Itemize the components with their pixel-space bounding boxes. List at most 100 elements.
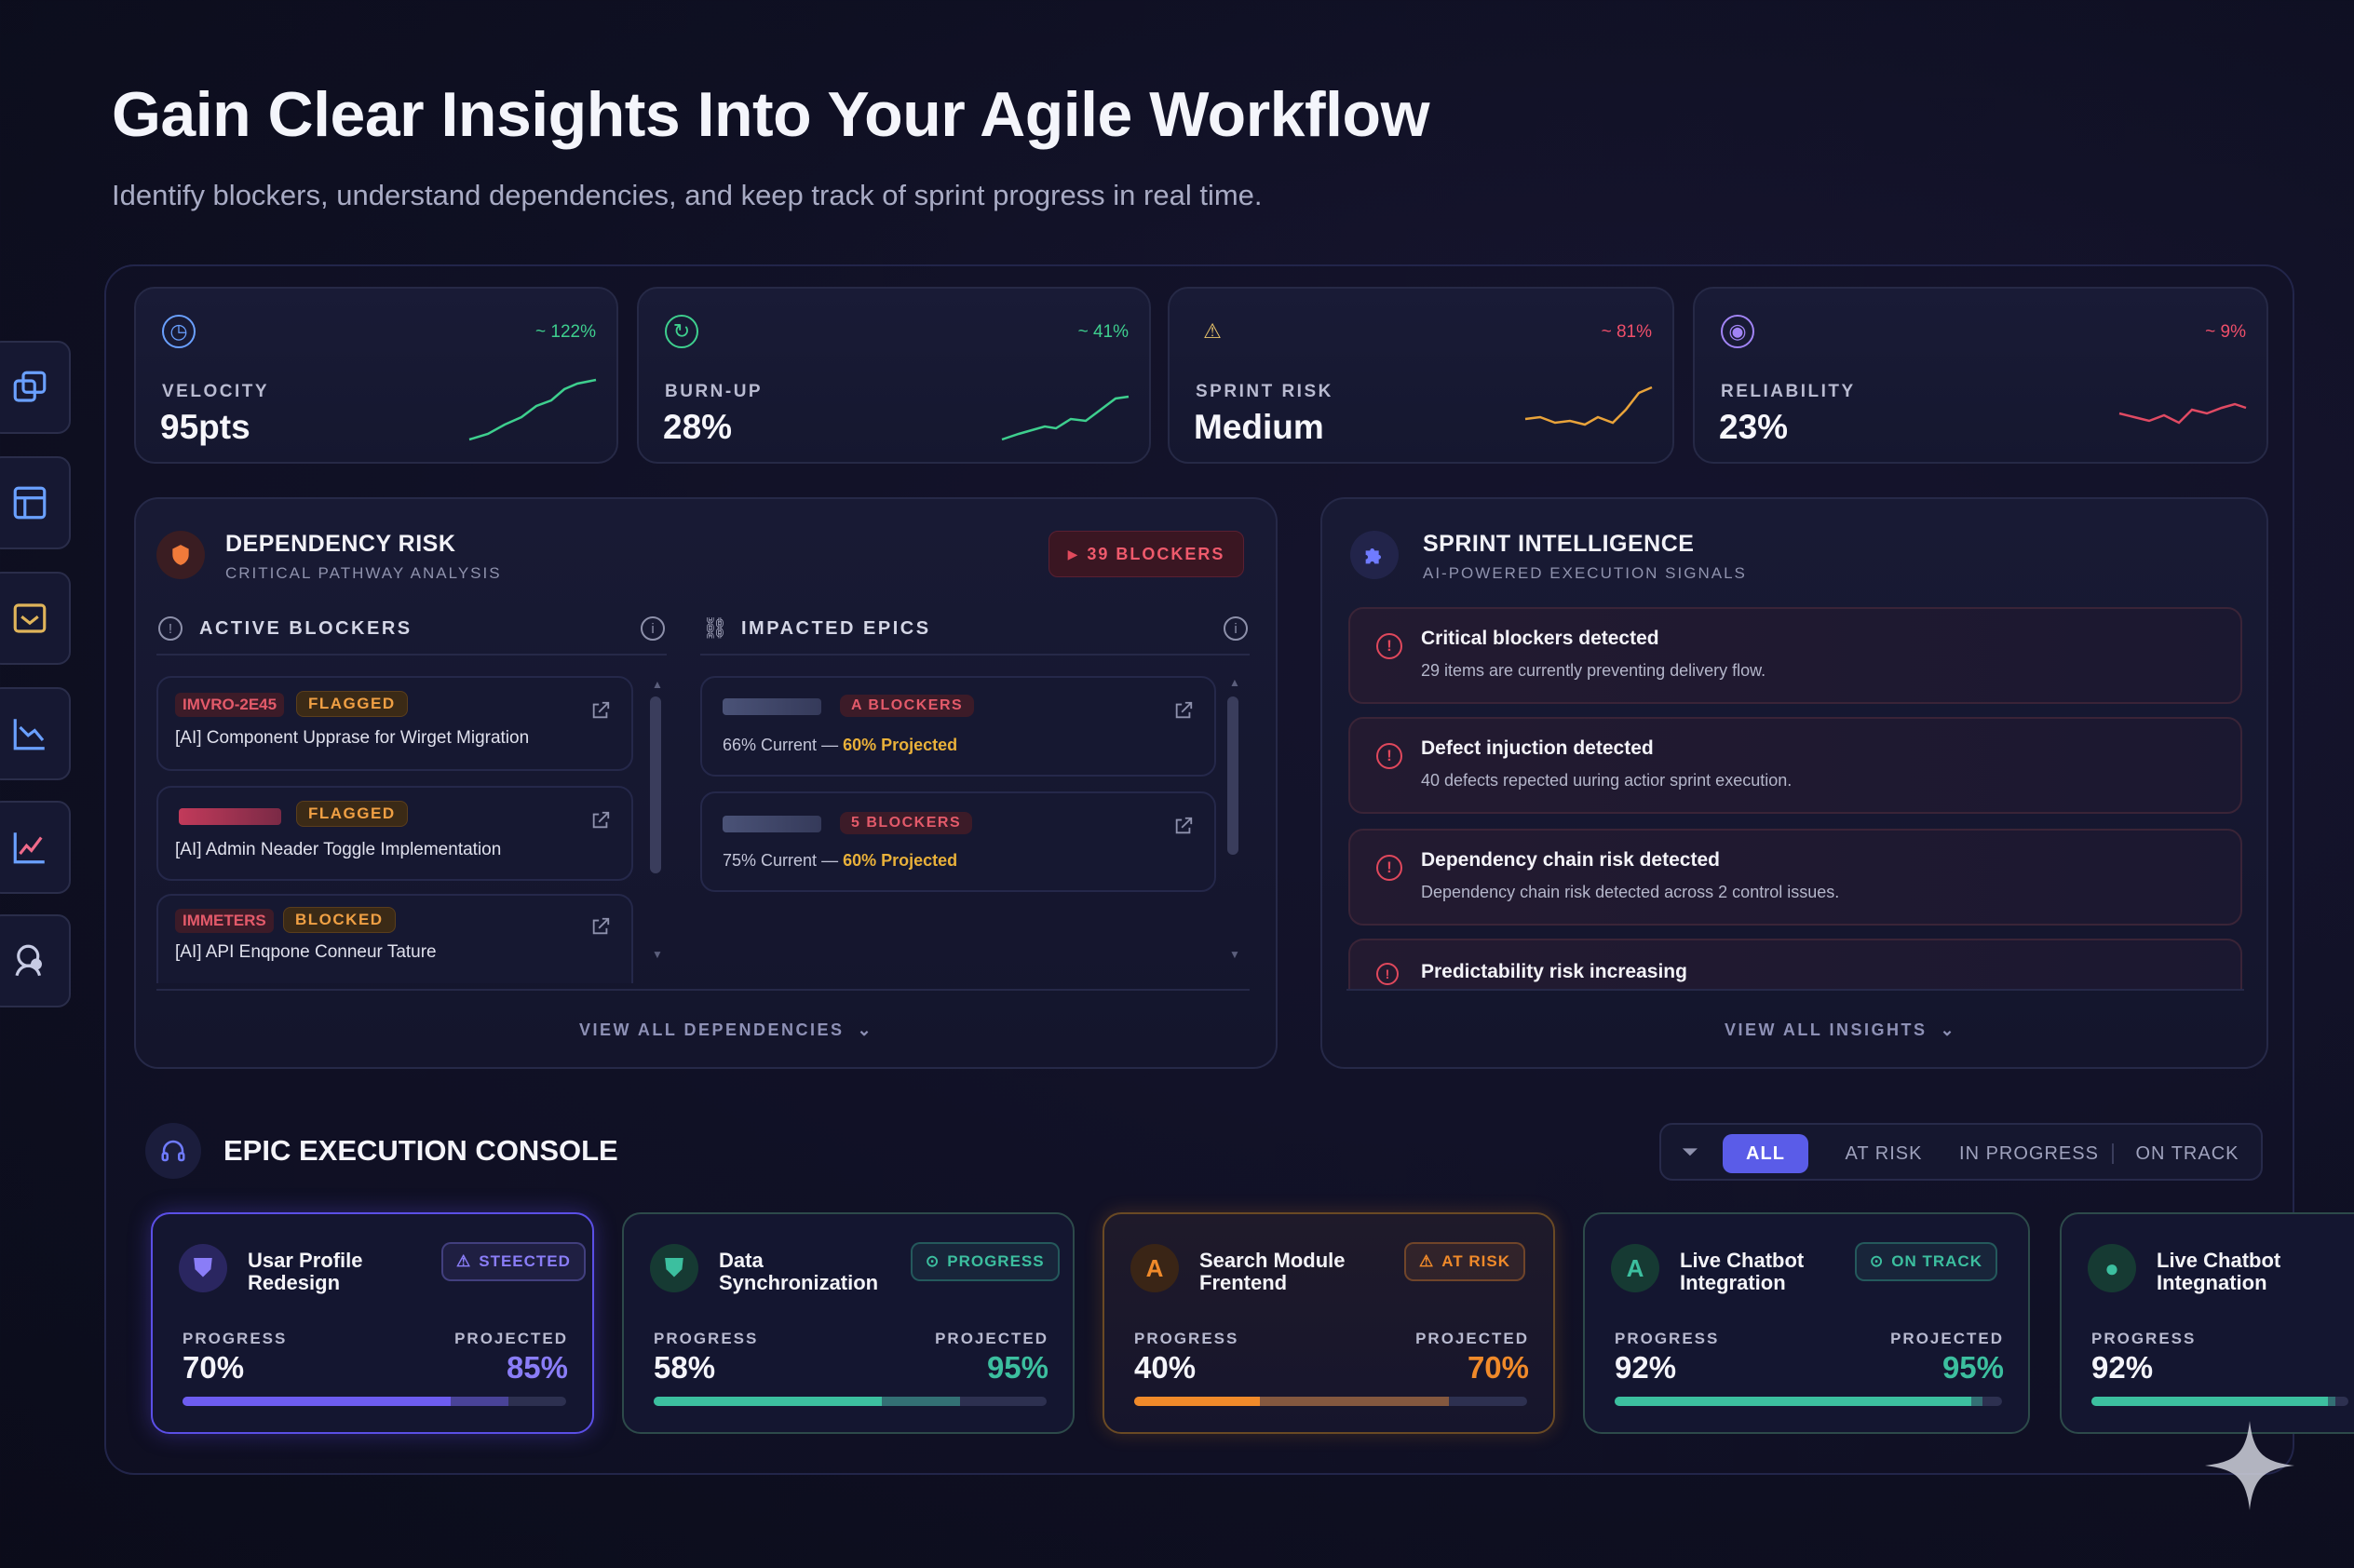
status-tag: FLAGGED: [296, 691, 408, 717]
intelligence-title: SPRINT INTELLIGENCE: [1423, 531, 1695, 557]
filter-all[interactable]: ALL: [1723, 1134, 1808, 1173]
blockers-scrollbar[interactable]: [650, 696, 661, 873]
epic-metrics: 66% Current — 60% Projected: [723, 736, 957, 755]
impacted-epic-card[interactable]: A BLOCKERS 66% Current — 60% Projected: [700, 676, 1216, 777]
epic-name-line2: Synchronization: [719, 1271, 879, 1294]
epic-name-line2: Frentend: [1199, 1271, 1288, 1294]
status-icon: ⊙: [1870, 1252, 1885, 1270]
view-all-insights-link[interactable]: VIEW ALL INSIGHTS ⌄: [1725, 1021, 1956, 1040]
page-title: Gain Clear Insights Into Your Agile Work…: [112, 79, 1429, 150]
scroll-up-icon[interactable]: ▲: [652, 678, 663, 691]
insight-item[interactable]: ! Defect injuction detected 40 defects r…: [1348, 717, 2242, 814]
sparkle-icon: [2205, 1421, 2294, 1510]
external-link-icon[interactable]: [1173, 816, 1194, 836]
projected-value: 95%: [986, 1350, 1048, 1385]
sidebar-item-dashboard[interactable]: [0, 341, 71, 434]
dependency-title: DEPENDENCY RISK: [225, 531, 456, 557]
blockers-badge-label: 39 BLOCKERS: [1087, 544, 1225, 563]
view-all-dependencies-label: VIEW ALL DEPENDENCIES: [579, 1021, 845, 1039]
epic-blockers-badge: 5 BLOCKERS: [840, 812, 973, 834]
insight-item[interactable]: ! Dependency chain risk detected Depende…: [1348, 829, 2242, 926]
refresh-icon: ↻: [665, 315, 698, 348]
inbox-icon: [13, 603, 47, 633]
page-subtitle: Identify blockers, understand dependenci…: [112, 179, 1263, 211]
epic-card[interactable]: A Live Chatbot Integration ⊙ ON TRACK PROGRES…: [1583, 1212, 2030, 1434]
external-link-icon[interactable]: [590, 700, 611, 721]
intelligence-subtitle: AI-POWERED EXECUTION SIGNALS: [1423, 564, 1747, 582]
epics-scrollbar[interactable]: [1227, 696, 1238, 855]
epic-name-line1: Data: [719, 1249, 764, 1272]
sidebar-item-team[interactable]: [0, 914, 71, 1007]
status-icon: ⊙: [926, 1252, 940, 1270]
alert-circle-icon: !: [1376, 633, 1402, 659]
progress-fill: [1134, 1397, 1261, 1406]
info-icon[interactable]: i: [641, 616, 665, 641]
epic-status-badge: ⚠ AT RISK: [1404, 1242, 1525, 1281]
status-tag: BLOCKED: [283, 907, 396, 933]
projected-label: PROJECTED: [1415, 1330, 1529, 1347]
progress-bar: [2091, 1397, 2348, 1406]
status-tag: FLAGGED: [296, 801, 408, 827]
sidebar-item-chart[interactable]: [0, 687, 71, 780]
redacted-epic-bar: [723, 698, 821, 715]
filter-on-track[interactable]: ON TRACK: [2121, 1134, 2253, 1173]
external-link-icon[interactable]: [1173, 700, 1194, 721]
scroll-down-icon[interactable]: ▼: [1229, 948, 1240, 961]
epic-status-label: STEECTED: [479, 1252, 571, 1270]
scroll-down-icon[interactable]: ▼: [652, 948, 663, 961]
metric-label: SPRINT RISK: [1196, 382, 1333, 401]
epic-status-label: ON TRACK: [1891, 1252, 1982, 1270]
progress-label: PROGRESS: [1134, 1330, 1239, 1347]
filter-at-risk[interactable]: AT RISK: [1827, 1134, 1941, 1173]
epic-card[interactable]: ⛊ Data Synchronization ⊙ PROGRESS PROGRESS 58%…: [622, 1212, 1075, 1434]
epic-metrics: 75% Current — 60% Projected: [723, 851, 957, 871]
progress-bar: [183, 1397, 566, 1406]
sidebar-item-analytics[interactable]: [0, 801, 71, 894]
progress-fill: [2091, 1397, 2328, 1406]
progress-bar: [1615, 1397, 2002, 1406]
progress-bar: [1134, 1397, 1527, 1406]
sprint-risk-sparkline: [1524, 385, 1653, 426]
blocker-card[interactable]: FLAGGED [AI] Admin Neader Toggle Impleme…: [156, 786, 633, 881]
metric-card-sprint-risk[interactable]: ⚠ ~ 81% SPRINT RISK Medium: [1168, 287, 1674, 464]
epic-card[interactable]: ● Live Chatbot Integnation PROGRESS 92%: [2060, 1212, 2354, 1434]
view-all-insights-label: VIEW ALL INSIGHTS: [1725, 1021, 1928, 1039]
insight-item[interactable]: ! Predictability risk increasing: [1348, 939, 2242, 991]
shield-icon: ⛊: [650, 1244, 698, 1292]
blocker-card[interactable]: IMMETERS BLOCKED [AI] API Enqpone Conneu…: [156, 894, 633, 983]
epic-card[interactable]: A Search Module Frentend ⚠ AT RISK PROGRESS 40…: [1103, 1212, 1555, 1434]
epic-name-line1: Live Chatbot: [2157, 1249, 2281, 1272]
filter-in-progress[interactable]: IN PROGRESS: [1950, 1134, 2108, 1173]
progress-label: PROGRESS: [654, 1330, 759, 1347]
epic-name-line2: Redesign: [248, 1271, 341, 1294]
sidebar-item-board[interactable]: [0, 456, 71, 549]
progress-value: 92%: [2091, 1350, 2154, 1385]
progress-bar: [654, 1397, 1047, 1406]
metric-label: BURN-UP: [665, 382, 764, 401]
epic-card[interactable]: ⛊ Usar Profile Redesign ⚠ STEECTED PROGRESS 70…: [151, 1212, 594, 1434]
blocker-card[interactable]: IMVRO-2E45 FLAGGED [AI] Component Uppras…: [156, 676, 633, 771]
insight-title: Critical blockers detected: [1421, 628, 1659, 649]
epic-name: Search Module Frentend: [1199, 1250, 1345, 1294]
external-link-icon[interactable]: [590, 916, 611, 937]
epic-name-line1: Usar Profile: [248, 1249, 363, 1272]
separator: —: [817, 851, 844, 870]
epic-status-label: AT RISK: [1441, 1252, 1510, 1270]
metric-card-velocity[interactable]: ◷ ~ 122% VELOCITY 95pts: [134, 287, 618, 464]
metric-delta: ~ 81%: [1601, 322, 1652, 342]
external-link-icon[interactable]: [590, 810, 611, 831]
sidebar-item-inbox[interactable]: [0, 572, 71, 665]
dashboard-icon: [13, 371, 47, 402]
view-all-dependencies-link[interactable]: VIEW ALL DEPENDENCIES ⌄: [579, 1021, 873, 1040]
scroll-up-icon[interactable]: ▲: [1229, 676, 1240, 689]
projected-value: 85%: [506, 1350, 568, 1385]
metric-value: 23%: [1719, 408, 1789, 446]
metric-card-reliability[interactable]: ◉ ~ 9% RELIABILITY 23%: [1693, 287, 2268, 464]
blockers-badge[interactable]: ▶ 39 BLOCKERS: [1048, 531, 1244, 577]
metric-card-burnup[interactable]: ↻ ~ 41% BURN-UP 28%: [637, 287, 1151, 464]
insight-item[interactable]: ! Critical blockers detected 29 items ar…: [1348, 607, 2242, 704]
blocker-text: [AI] Admin Neader Toggle Implementation: [175, 840, 502, 859]
info-icon[interactable]: i: [1224, 616, 1248, 641]
impacted-epic-card[interactable]: 5 BLOCKERS 75% Current — 60% Projected: [700, 791, 1216, 892]
filter-icon[interactable]: ⏷: [1682, 1140, 1698, 1164]
